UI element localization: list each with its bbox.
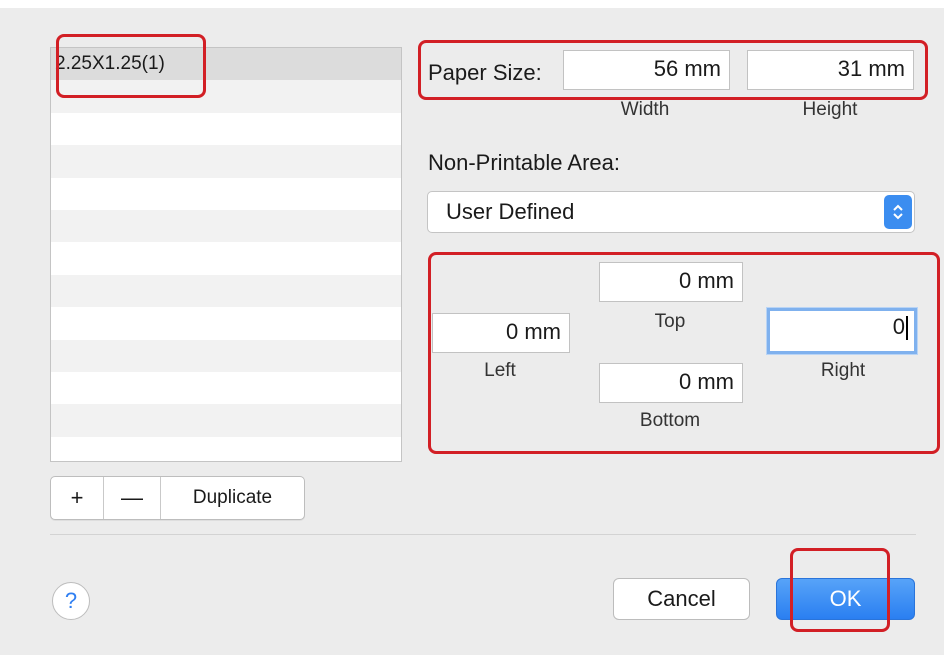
list-controls: + — Duplicate bbox=[50, 476, 305, 520]
paper-size-list[interactable]: 2.25X1.25(1) bbox=[50, 47, 402, 462]
highlight-margins bbox=[428, 252, 940, 454]
height-caption: Height bbox=[802, 99, 858, 120]
non-printable-area-select[interactable]: User Defined bbox=[427, 191, 915, 233]
paper-list-empty-row bbox=[51, 404, 401, 437]
width-caption: Width bbox=[620, 99, 670, 120]
paper-list-empty-row bbox=[51, 437, 401, 461]
remove-paper-button[interactable]: — bbox=[104, 477, 161, 519]
duplicate-button[interactable]: Duplicate bbox=[161, 477, 304, 519]
paper-list-empty-row bbox=[51, 209, 401, 243]
paper-list-empty-row bbox=[51, 242, 401, 274]
paper-list-empty-row bbox=[51, 307, 401, 339]
paper-list-empty-row bbox=[51, 178, 401, 210]
paper-list-empty-row bbox=[51, 274, 401, 308]
up-down-chevron-icon[interactable] bbox=[884, 195, 912, 229]
paper-list-empty-row bbox=[51, 339, 401, 372]
highlight-paper-size bbox=[418, 40, 928, 100]
select-value: User Defined bbox=[446, 199, 575, 224]
non-printable-area-label: Non-Printable Area: bbox=[428, 150, 620, 175]
question-mark-icon[interactable]: ? bbox=[52, 582, 90, 620]
highlight-paper-name bbox=[56, 34, 206, 98]
highlight-ok-button bbox=[790, 548, 890, 632]
window-top-edge bbox=[0, 0, 944, 8]
paper-list-empty-row bbox=[51, 372, 401, 404]
paper-list-empty-row bbox=[51, 113, 401, 145]
footer-divider bbox=[50, 534, 916, 535]
cancel-button[interactable]: Cancel bbox=[613, 578, 750, 620]
paper-list-empty-row bbox=[51, 145, 401, 178]
add-paper-button[interactable]: + bbox=[51, 477, 104, 519]
